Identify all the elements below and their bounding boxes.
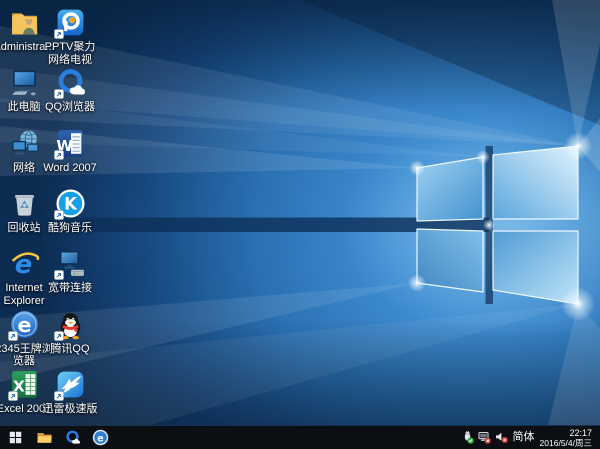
svg-text:K: K <box>64 195 78 214</box>
taskbar-app-qq-browser[interactable] <box>58 426 86 449</box>
qq-browser-icon <box>64 429 81 446</box>
shortcut-arrow-icon <box>8 331 18 341</box>
desktop-icon-pptv[interactable]: PPTV聚力 网络电视 <box>48 6 92 66</box>
desktop-icon-2345-browser[interactable]: e2345王牌浏览器 <box>2 308 46 368</box>
this-pc-icon <box>8 66 41 99</box>
network-icon <box>8 127 41 160</box>
shortcut-arrow-icon <box>8 391 18 401</box>
desktop-icon-broadband-connection[interactable]: 宽带连接 <box>48 247 92 295</box>
broadband-icon <box>54 247 87 280</box>
shortcut-arrow-icon <box>54 331 64 341</box>
windows-logo-icon <box>9 431 22 444</box>
desktop-icon-qq-browser[interactable]: QQ浏览器 <box>48 66 92 114</box>
icon-label: 宽带连接 <box>38 282 102 295</box>
shortcut-arrow-icon <box>54 210 64 220</box>
desktop-icon-tencent-qq[interactable]: 腾讯QQ <box>48 308 92 356</box>
input-method-indicator[interactable]: 简体 <box>513 432 535 443</box>
system-tray: 简体 22:17 2016/5/4/周三 <box>461 426 600 449</box>
svg-text:e: e <box>97 433 103 444</box>
thunder-icon <box>54 368 87 401</box>
icon-label: 酷狗音乐 <box>38 222 102 235</box>
desktop-icon-word-2007[interactable]: WWord 2007 <box>48 127 92 175</box>
pptv-icon <box>54 6 87 39</box>
icon-label: QQ浏览器 <box>38 101 102 114</box>
tray-icon-network-disconnected[interactable] <box>478 431 491 444</box>
desktop-icon-internet-explorer[interactable]: eInternet Explorer <box>2 247 46 307</box>
icon-label: 迅雷极速版 <box>38 403 102 416</box>
taskbar-apps: e <box>30 426 114 449</box>
svg-text:e: e <box>17 313 31 337</box>
start-button[interactable] <box>0 426 30 449</box>
qq-penguin-icon <box>54 308 87 341</box>
round-e-icon: e <box>92 429 109 446</box>
explorer-folder-icon <box>36 429 53 446</box>
windows-desktop: Administra...此电脑网络回收站eInternet Explorere… <box>0 0 600 449</box>
shortcut-arrow-icon <box>54 391 64 401</box>
desktop-icon-thunder-speed[interactable]: 迅雷极速版 <box>48 368 92 416</box>
qq-browser-icon <box>54 66 87 99</box>
desktop-icon-kugou-music[interactable]: K酷狗音乐 <box>48 187 92 235</box>
icon-label: Word 2007 <box>38 162 102 175</box>
tray-icon-usb-safely-remove[interactable] <box>461 431 474 444</box>
shortcut-arrow-icon <box>54 89 64 99</box>
shortcut-arrow-icon <box>54 150 64 160</box>
clock-date: 2016/5/4/周三 <box>540 438 592 448</box>
browser-2345-icon: e <box>8 308 41 341</box>
taskbar-app-2345-browser[interactable]: e <box>86 426 114 449</box>
shortcut-arrow-icon <box>54 270 64 280</box>
taskbar: e 简体 22:17 2016/5/4/周三 <box>0 425 600 449</box>
excel-icon: X <box>8 368 41 401</box>
icon-label: PPTV聚力 网络电视 <box>38 41 102 66</box>
recycle-bin-icon <box>8 187 41 220</box>
user-folder-icon <box>8 6 41 39</box>
tray-status-icons <box>461 431 508 444</box>
taskbar-app-file-explorer[interactable] <box>30 426 58 449</box>
icon-label: 腾讯QQ <box>38 343 102 356</box>
taskbar-clock[interactable]: 22:17 2016/5/4/周三 <box>540 428 592 448</box>
shortcut-arrow-icon <box>54 29 64 39</box>
ie-icon: e <box>8 247 41 280</box>
tray-icon-volume-muted[interactable] <box>495 431 508 444</box>
kugou-icon: K <box>54 187 87 220</box>
clock-time: 22:17 <box>540 428 592 438</box>
word-icon: W <box>54 127 87 160</box>
